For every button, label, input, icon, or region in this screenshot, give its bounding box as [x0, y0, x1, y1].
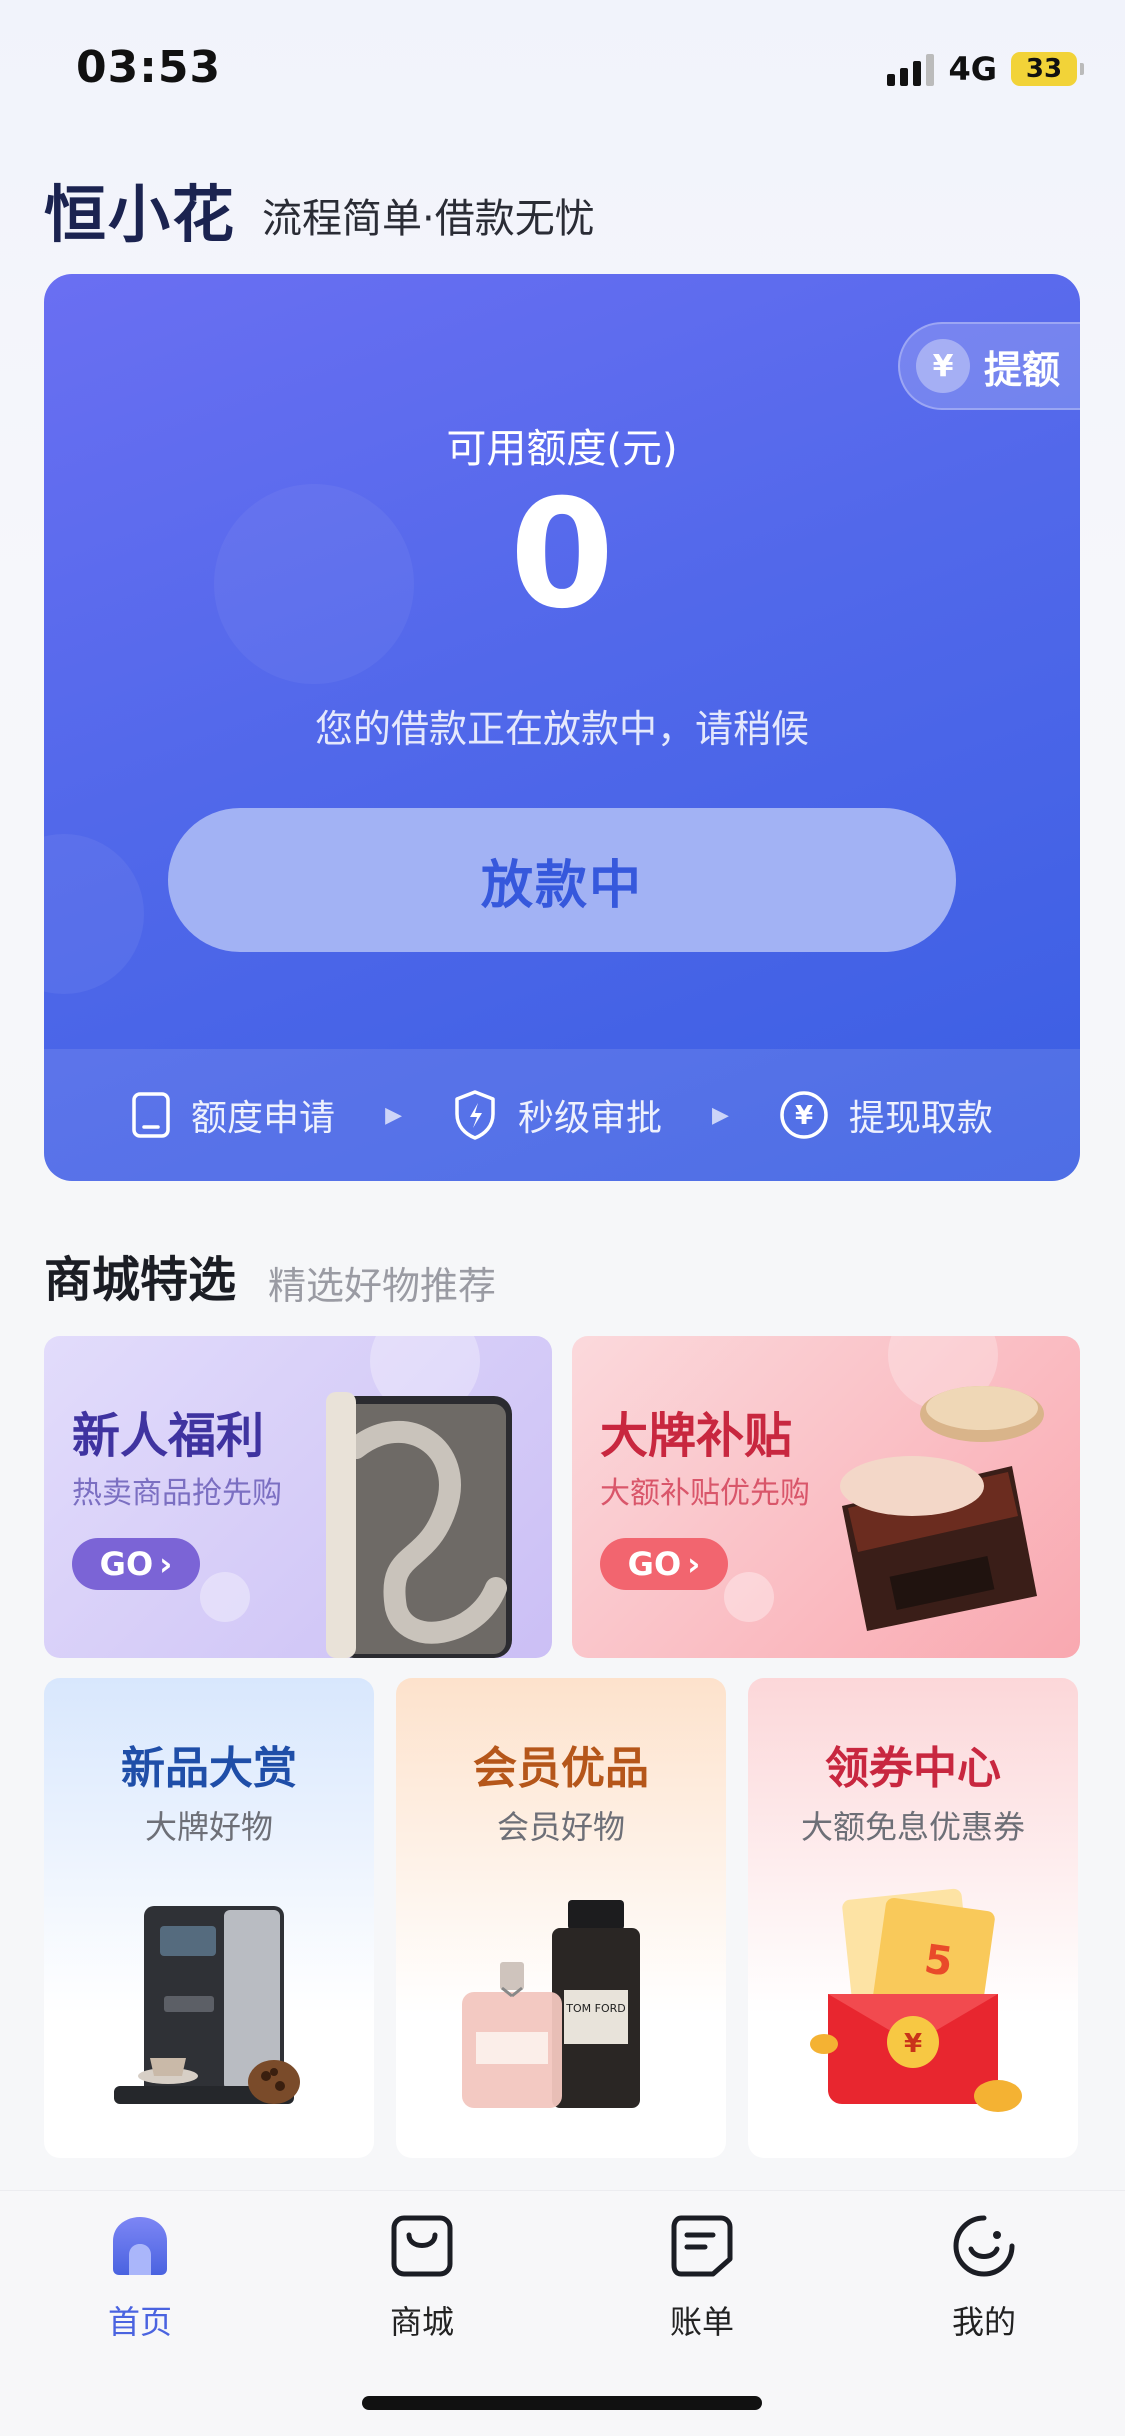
decor-circle — [200, 1572, 250, 1622]
home-icon — [107, 2213, 173, 2283]
go-button[interactable]: GO › — [72, 1538, 200, 1590]
category-member-picks-card[interactable]: 会员优品 会员好物 TOM FORD — [396, 1678, 726, 2158]
go-button[interactable]: GO › — [600, 1538, 728, 1590]
tab-bills[interactable]: 账单 — [632, 2213, 772, 2343]
category-subtitle: 会员好物 — [496, 1808, 625, 1846]
loan-status-message: 您的借款正在放款中，请稍候 — [314, 707, 809, 751]
category-new-arrivals-card[interactable]: 新品大赏 大牌好物 — [44, 1678, 374, 2158]
promo-title: 大牌补贴 — [600, 1408, 793, 1464]
process-steps: 额度申请 ▶ 秒级审批 ▶ ¥ 提现取款 — [44, 1049, 1080, 1181]
brand-logo: 恒小花 — [44, 178, 237, 251]
bill-icon — [669, 2213, 735, 2283]
tab-label: 首页 — [107, 2303, 172, 2341]
signal-icon — [887, 52, 935, 86]
raise-limit-button[interactable]: ¥ 提额 — [898, 322, 1080, 410]
step-label: 秒级审批 — [517, 1098, 662, 1139]
category-title: 领券中心 — [825, 1743, 1001, 1794]
available-limit-amount: 0 — [509, 468, 615, 642]
category-title: 会员优品 — [473, 1743, 649, 1794]
raise-limit-label: 提额 — [984, 347, 1061, 392]
step-label: 额度申请 — [191, 1098, 336, 1139]
status-indicators: 4G 33 — [887, 50, 1084, 88]
go-label: GO — [627, 1545, 682, 1583]
promo-title: 新人福利 — [72, 1408, 265, 1464]
tab-label: 商城 — [389, 2303, 454, 2341]
mall-section-title: 商城特选 — [44, 1252, 237, 1308]
step-apply: 额度申请 — [131, 1089, 335, 1141]
red-envelope-coupon-image: 5 ¥ — [798, 1884, 1028, 2128]
disbursing-button[interactable]: 放款中 — [168, 808, 956, 952]
category-subtitle: 大牌好物 — [144, 1808, 273, 1846]
chevron-right-icon: › — [159, 1545, 173, 1583]
go-label: GO — [99, 1545, 154, 1583]
brand-header: 恒小花 流程简单·借款无忧 — [44, 184, 595, 246]
promo-subtitle: 热卖商品抢先购 — [72, 1476, 282, 1511]
svg-text:¥: ¥ — [795, 1101, 813, 1131]
promo-newcomer-card[interactable]: 新人福利 热卖商品抢先购 GO › — [44, 1336, 552, 1658]
tab-label: 我的 — [951, 2303, 1016, 2341]
category-subtitle: 大额免息优惠券 — [800, 1808, 1025, 1846]
promo-brand-subsidy-card[interactable]: 大牌补贴 大额补贴优先购 GO › — [572, 1336, 1080, 1658]
available-limit-label: 可用额度(元) — [446, 426, 678, 472]
shield-bolt-icon — [452, 1089, 498, 1141]
category-coupon-center-card[interactable]: 领券中心 大额免息优惠券 5 ¥ — [748, 1678, 1078, 2158]
tab-mall[interactable]: 商城 — [352, 2213, 492, 2343]
yen-icon: ¥ — [916, 339, 970, 393]
promo-subtitle: 大额补贴优先购 — [600, 1476, 810, 1511]
battery-icon: 33 — [1011, 52, 1084, 86]
tab-mine[interactable]: 我的 — [914, 2213, 1054, 2343]
credit-card: ¥ 提额 可用额度(元) 0 您的借款正在放款中，请稍候 放款中 额度申请 ▶ … — [44, 274, 1080, 1181]
perfume-image: TOM FORD — [456, 1900, 666, 2124]
svg-text:TOM FORD: TOM FORD — [565, 2002, 625, 2015]
yen-circle-icon: ¥ — [779, 1090, 829, 1140]
brand-slogan: 流程简单·借款无忧 — [262, 196, 595, 242]
category-title: 新品大赏 — [121, 1743, 297, 1794]
svg-text:¥: ¥ — [904, 2029, 922, 2059]
shopping-bag-icon — [389, 2213, 455, 2283]
tab-label: 账单 — [669, 2303, 734, 2341]
step-withdraw: ¥ 提现取款 — [779, 1089, 993, 1141]
status-bar: 03:53 4G 33 — [0, 0, 1125, 130]
chevron-right-icon: › — [687, 1545, 701, 1583]
tab-home[interactable]: 首页 — [70, 2213, 210, 2343]
step-approve: 秒级审批 — [452, 1089, 662, 1141]
decor-circle — [724, 1572, 774, 1622]
cosmetic-jar-image — [822, 1376, 1062, 1640]
status-time: 03:53 — [76, 42, 222, 93]
battery-level: 33 — [1025, 54, 1063, 84]
smiley-icon — [951, 2213, 1017, 2283]
phone-icon — [131, 1091, 171, 1139]
home-indicator[interactable] — [362, 2396, 762, 2410]
mall-section-subtitle: 精选好物推荐 — [268, 1264, 497, 1308]
step-label: 提现取款 — [848, 1098, 993, 1139]
triangle-right-icon: ▶ — [712, 1102, 729, 1128]
triangle-right-icon: ▶ — [385, 1102, 402, 1128]
coffee-machine-image — [104, 1896, 314, 2120]
network-type: 4G — [948, 50, 997, 88]
tablet-image — [326, 1388, 526, 1658]
decor-circle — [44, 834, 144, 994]
